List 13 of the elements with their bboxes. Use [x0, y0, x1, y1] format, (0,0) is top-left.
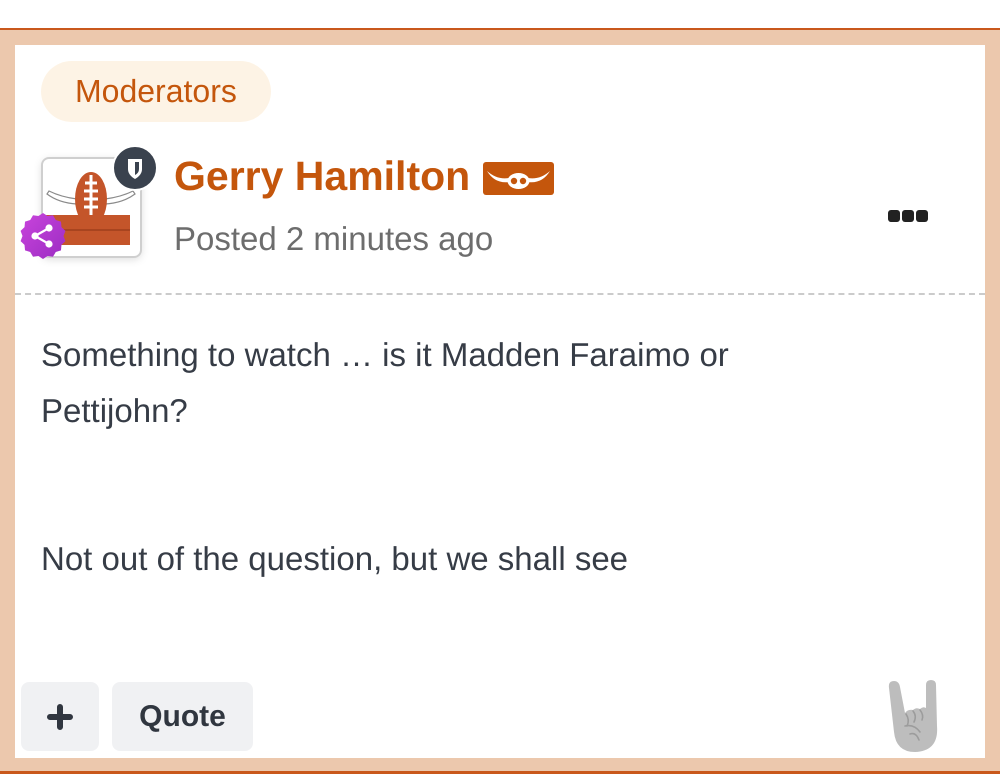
post-timestamp: Posted 2 minutes ago: [174, 219, 494, 259]
more-options-icon[interactable]: [888, 210, 928, 222]
group-label: Moderators: [41, 61, 271, 122]
longhorn-badge-icon: [483, 162, 554, 194]
rock-hand-icon[interactable]: [886, 680, 940, 752]
add-button[interactable]: [21, 682, 99, 751]
plus-icon: [47, 704, 73, 730]
share-icon: [20, 213, 66, 259]
post-paragraph: Something to watch … is it Madden Faraimo or Pettijohn?: [41, 335, 730, 431]
author-name[interactable]: Gerry Hamilton: [174, 152, 470, 200]
quote-button[interactable]: Quote: [112, 682, 253, 751]
post-paragraph: Not out of the question, but we shall see: [41, 539, 630, 579]
shield-icon: [112, 145, 158, 191]
